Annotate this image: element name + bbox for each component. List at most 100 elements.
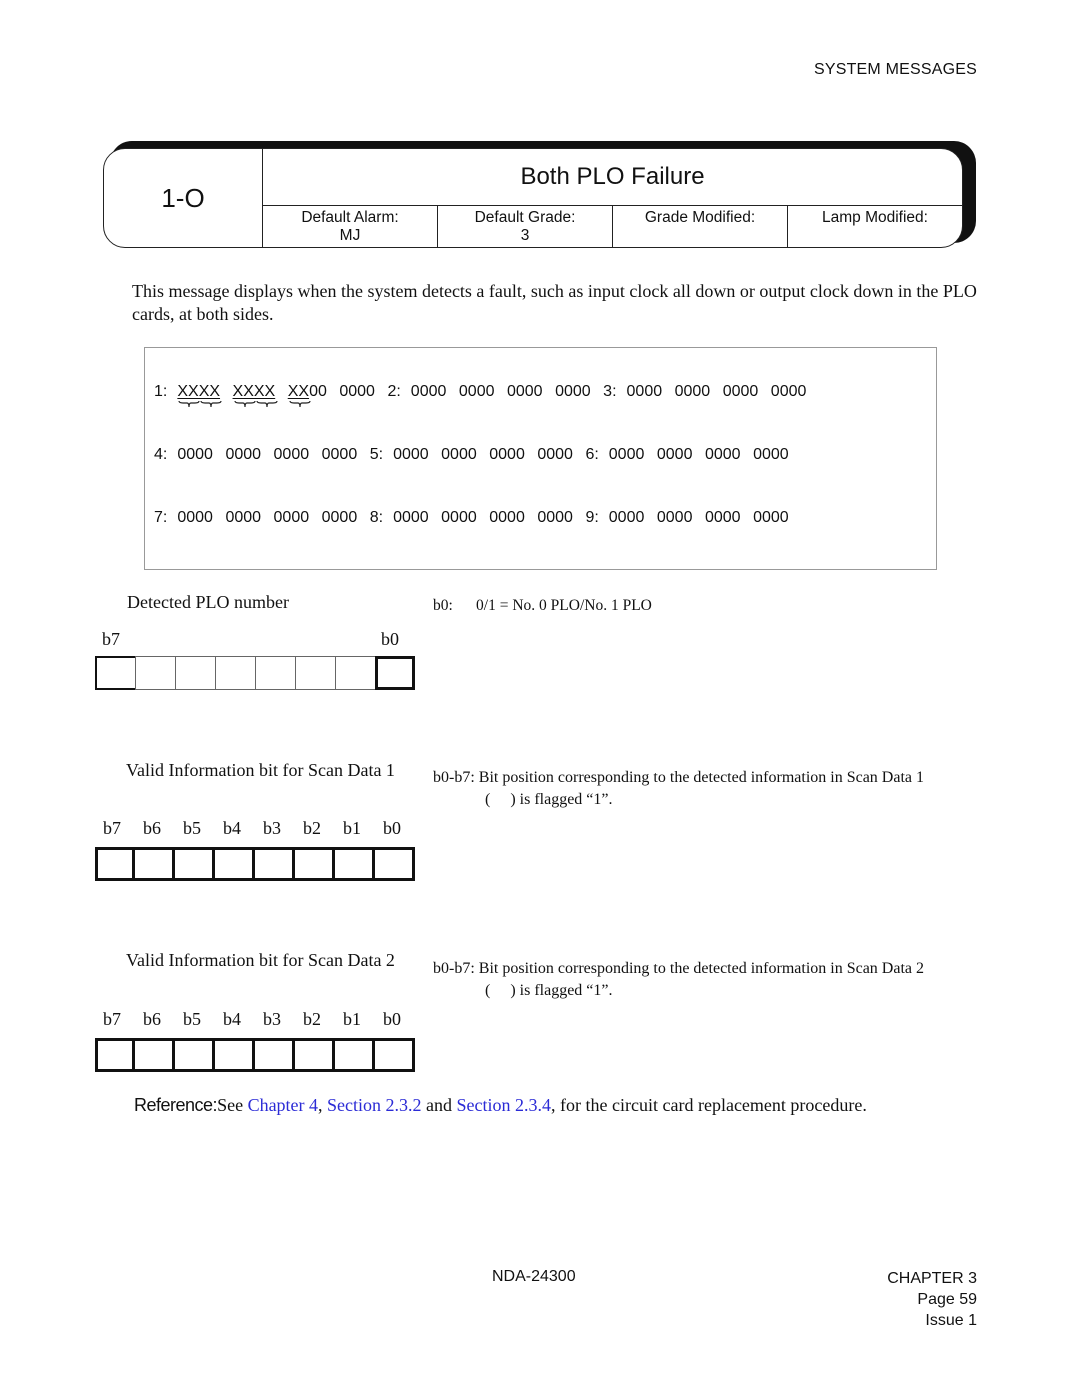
bit-label: b3 [263, 818, 281, 838]
message-header: 1-O Both PLO Failure Default Alarm: MJ D… [103, 148, 963, 248]
scan-word: 0000 [225, 509, 262, 526]
scan-word: 0000 [608, 446, 645, 463]
bit-labels: b7 b6 b5 b4 b3 b2 b1 b0 [103, 1009, 423, 1030]
scan-word-label: 1: [154, 383, 168, 400]
scan-word: 0000 [177, 446, 213, 463]
scan-word-label: 7: [154, 509, 168, 526]
bit-cell-b7 [95, 656, 135, 690]
bit-label: b7 [103, 1009, 121, 1029]
link-chapter-4[interactable]: Chapter 4 [248, 1095, 318, 1115]
reference: Reference:See Chapter 4, Section 2.3.2 a… [134, 1095, 867, 1116]
bit-note: ( ) is flagged “1”. [485, 791, 613, 808]
bit-label: b1 [343, 818, 361, 838]
bit-note: b0-b7: Bit position corresponding to the… [433, 960, 925, 977]
bit-cell-b4 [215, 847, 255, 881]
scan-word: 0000 [722, 383, 759, 400]
bit-label: b4 [223, 818, 241, 838]
scan-word-variable-part: XX [287, 383, 310, 400]
scan-word: 0000 [537, 509, 573, 526]
scan-word: 0000 [753, 446, 789, 463]
scan-word: 0000 [441, 446, 477, 463]
page-number: Page 59 [917, 1291, 977, 1308]
scan-data-row: 7: 0000 0000 0000 0000 8: 0000 0000 0000 0000 9: 00… [154, 509, 801, 527]
scan-word: 0000 [321, 446, 358, 463]
bit-label: b2 [303, 818, 321, 838]
bit-note: ( ) is flagged “1”. [485, 982, 613, 999]
scan-word: XX00 [287, 383, 327, 408]
bit-cell-b4 [215, 656, 255, 690]
bit-label: b1 [343, 1009, 361, 1029]
scan-word: 0000 [704, 446, 741, 463]
bit-cell-b5 [175, 847, 215, 881]
field-default-grade: Default Grade: 3 [437, 206, 612, 247]
bit-label: b6 [143, 818, 161, 838]
message-id: 1-O [104, 149, 263, 247]
scan-word: 0000 [704, 509, 741, 526]
brace-icon [200, 400, 222, 408]
bit-note: b0-b7: Bit position corresponding to the… [433, 769, 925, 786]
scan-word: 0000 [273, 446, 310, 463]
scan-word: 0000 [339, 383, 375, 400]
bit-cell-b1 [335, 847, 375, 881]
bit-cell-b6 [135, 656, 175, 690]
bit-cell-b7 [95, 847, 135, 881]
scan-word-variable-part: XXXX [177, 383, 221, 400]
scan-word: 0000 [506, 383, 543, 400]
scan-word-variable-part: XXXX [232, 383, 276, 400]
scan-word-label: 2: [387, 383, 401, 400]
scan-word-label: 4: [154, 446, 168, 463]
scan-word: 0000 [393, 509, 429, 526]
doc-number: NDA-24300 [492, 1268, 576, 1285]
bit-label: b2 [303, 1009, 321, 1029]
bit-cell-b0 [375, 1038, 415, 1072]
brace-icon [289, 400, 311, 408]
block-title: Detected PLO number [127, 592, 289, 612]
link-section-2-3-4[interactable]: Section 2.3.4 [457, 1095, 552, 1115]
reference-text: See [217, 1095, 248, 1115]
bit-cell-b2 [295, 656, 335, 690]
bit-cell-b3 [255, 1038, 295, 1072]
bit-label: b7 [103, 818, 121, 838]
scan-word: 0000 [656, 509, 693, 526]
bit-cell-b4 [215, 1038, 255, 1072]
scan-word: 0000 [225, 446, 262, 463]
scan-data-row: 1: XXXX XXXX XX00 0000 2: 0000 0000 0000 0000 3: 00… [154, 383, 819, 408]
scan-word-label: 6: [585, 446, 599, 463]
scan-word-label: 3: [603, 383, 617, 400]
running-head: SYSTEM MESSAGES [813, 61, 977, 78]
scan-word: 0000 [489, 446, 525, 463]
bit-label: b5 [183, 1009, 201, 1029]
field-label: Grade Modified: [644, 209, 756, 226]
brace-icon [233, 400, 256, 408]
scan-word: 0000 [410, 383, 447, 400]
scan-word: 0000 [177, 509, 213, 526]
scan-word: XXXX [232, 383, 278, 408]
bit-field-plo-number [95, 656, 415, 690]
bit-cell-b3 [255, 656, 295, 690]
reference-text: and [421, 1095, 457, 1115]
scan-word: 0000 [674, 383, 711, 400]
bit-cell-b6 [135, 847, 175, 881]
field-grade-modified: Grade Modified: [612, 206, 787, 247]
bit-label: b7 [102, 629, 120, 649]
scan-word: 0000 [770, 383, 807, 400]
link-section-2-3-2[interactable]: Section 2.3.2 [327, 1095, 422, 1115]
block-title: Valid Information bit for Scan Data 1 [126, 760, 395, 780]
scan-word: 0000 [393, 446, 429, 463]
brace-icon [255, 400, 278, 408]
field-label: Lamp Modified: [822, 209, 928, 226]
bit-field-scan-data-2 [95, 1038, 415, 1072]
header-fields: Default Alarm: MJ Default Grade: 3 Grade… [263, 206, 962, 247]
field-label: Default Grade: [474, 209, 576, 226]
field-label: Default Alarm: [301, 209, 399, 226]
bit-cell-b7 [95, 1038, 135, 1072]
issue-label: Issue 1 [925, 1312, 977, 1329]
scan-word: 0000 [273, 509, 310, 526]
chapter-label: CHAPTER 3 [887, 1270, 977, 1287]
bit-cell-b0 [375, 656, 415, 690]
scan-word: 0000 [458, 383, 495, 400]
scan-word: 0000 [489, 509, 525, 526]
field-default-alarm: Default Alarm: MJ [263, 206, 437, 247]
bit-cell-b1 [335, 656, 375, 690]
field-value: MJ [339, 227, 361, 244]
